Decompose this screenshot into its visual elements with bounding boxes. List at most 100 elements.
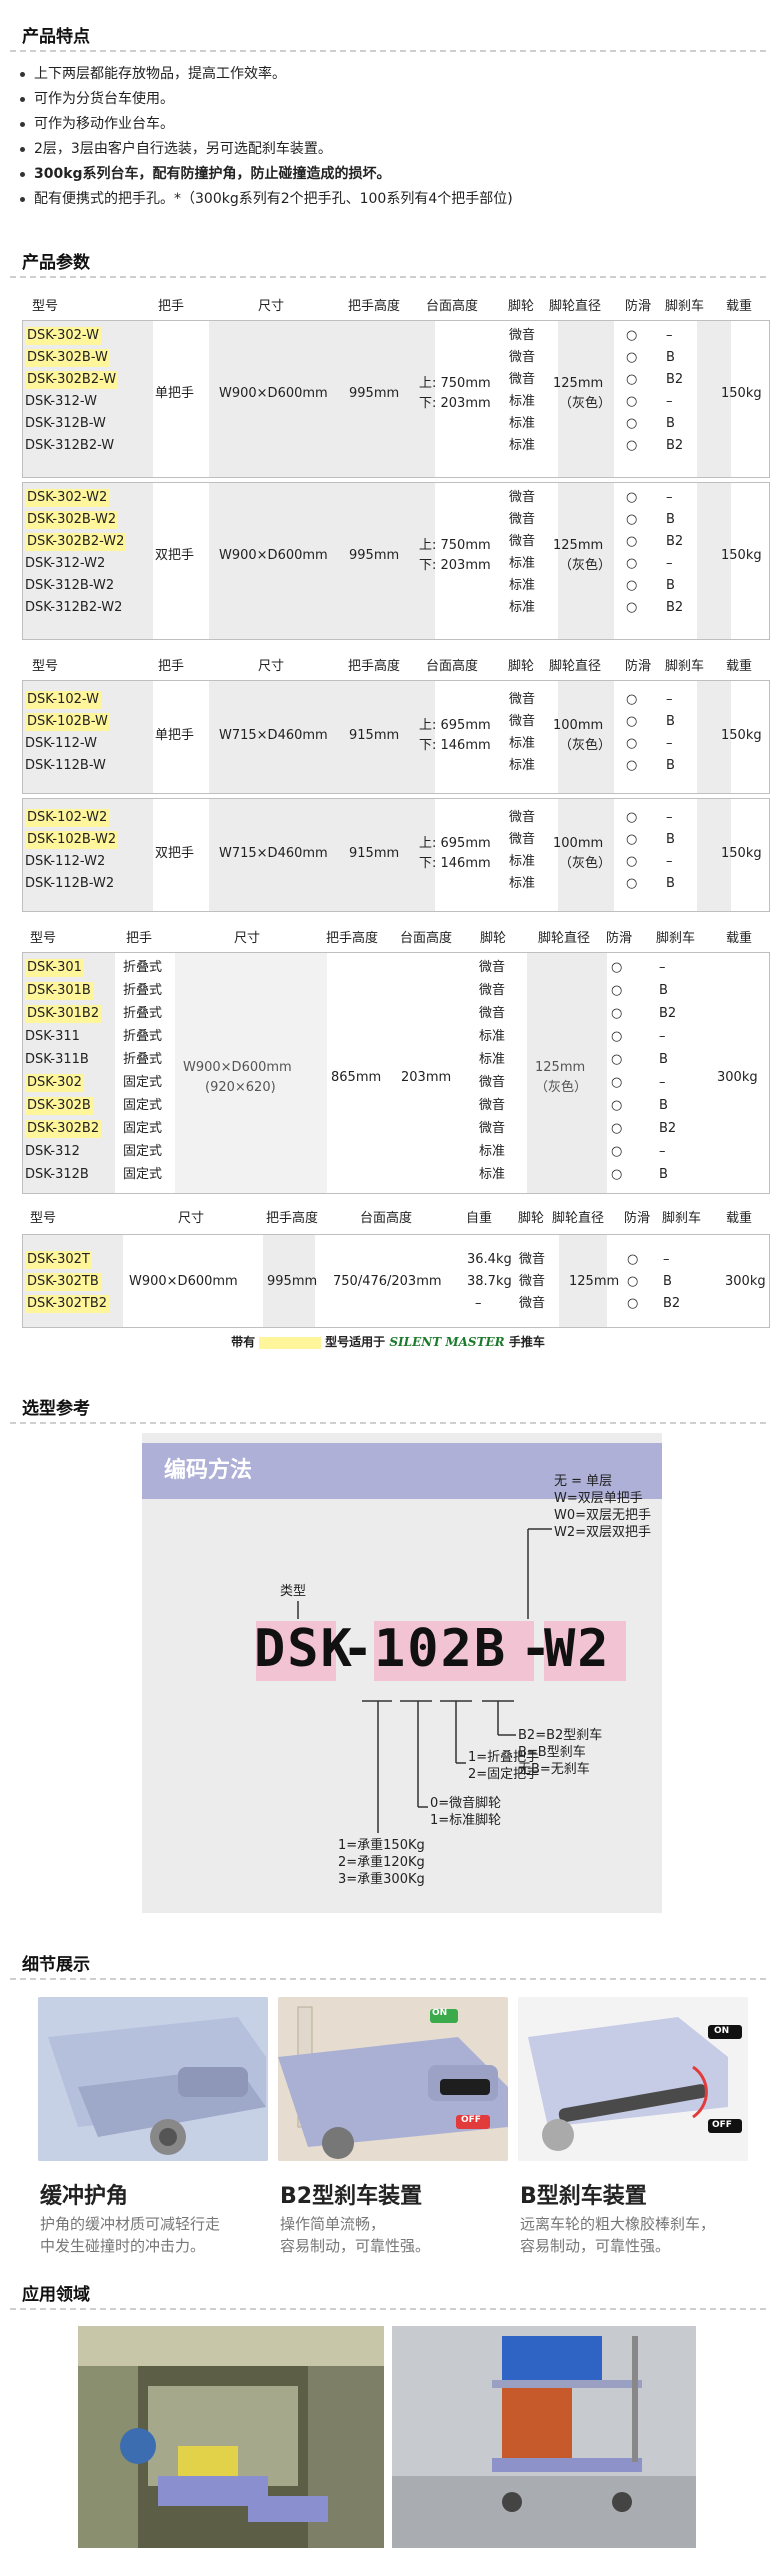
brand-logo: SILENT MASTER (389, 1335, 505, 1349)
caster-type: 标准 (509, 736, 536, 751)
on-label: ON (432, 2008, 448, 2018)
anti-slip: ○ (626, 600, 638, 615)
brake-type: B2 (666, 600, 684, 615)
applications-title: 应用领域 (22, 2285, 90, 2305)
header-load: 载重 (726, 931, 753, 946)
detail-title-3: B型刹车装置 (520, 2184, 647, 2209)
deck-upper: 上: 750mm (419, 376, 491, 391)
divider (10, 1422, 766, 1424)
brake-type: B2 (666, 372, 684, 387)
brake-type: – (659, 1029, 666, 1044)
params-title: 产品参数 (22, 253, 90, 273)
model-number: DSK-112-W2 (25, 854, 106, 869)
table-header: 型号 把手 尺寸 把手高度 台面高度 脚轮 脚轮直径 防滑 脚刹车 载重 (22, 652, 762, 674)
on-label: ON (714, 2026, 730, 2036)
caster-diameter: 125mm (535, 1060, 586, 1075)
header-handle: 把手 (158, 299, 185, 314)
header-deck-height: 台面高度 (360, 1211, 413, 1226)
anti-slip: ○ (626, 372, 638, 387)
model-number: DSK-302B (25, 1097, 93, 1115)
type-label: 类型 (280, 1584, 307, 1599)
handle-type: 折叠式 (123, 983, 163, 998)
detail-desc-2: 操作简单流畅， 容易制动，可靠性强。 (280, 2215, 431, 2255)
header-deck-height: 台面高度 (400, 931, 453, 946)
option-w-2: W0=双层无把手 (554, 1508, 652, 1523)
model-number: DSK-112-W (25, 736, 97, 751)
brake-type: B (666, 876, 675, 891)
handle-type: 固定式 (123, 1121, 163, 1136)
header-size: 尺寸 (258, 659, 285, 674)
application-photo-warehouse (78, 2326, 384, 2548)
feature-item: 可作为移动作业台车。 (18, 112, 513, 137)
caster-type: 标准 (509, 556, 536, 571)
brake-type: – (666, 736, 673, 751)
option-c-1: 1=标准脚轮 (430, 1813, 502, 1828)
model-number: DSK-302B-W2 (25, 511, 119, 529)
header-handle-height: 把手高度 (266, 1211, 319, 1226)
caster-type: 微音 (519, 1296, 546, 1311)
header-load: 载重 (726, 299, 753, 314)
feature-item: 可作为分货台车使用。 (18, 87, 513, 112)
caster-type: 微音 (509, 832, 536, 847)
caster-color: （灰色） (535, 1080, 588, 1095)
handle-type: 单把手 (155, 386, 195, 401)
brake-type: B2 (663, 1296, 681, 1311)
caster-type: 微音 (509, 490, 536, 505)
deck-upper: 上: 695mm (419, 836, 491, 851)
handle-height: 995mm (349, 548, 400, 563)
model-number: DSK-102B-W2 (25, 831, 119, 849)
header-brake: 脚刹车 (656, 931, 696, 946)
anti-slip: ○ (611, 1006, 623, 1021)
brake-type: – (666, 692, 673, 707)
header-model: 型号 (30, 1211, 57, 1226)
brake-type: B (666, 416, 675, 431)
header-brake: 脚刹车 (662, 1211, 702, 1226)
anti-slip: ○ (611, 1121, 623, 1136)
size: W900×D600mm (219, 548, 328, 563)
handle-height: 995mm (267, 1274, 318, 1289)
deck-height: 203mm (401, 1070, 452, 1085)
load: 300kg (725, 1274, 766, 1289)
caster-type: 标准 (509, 416, 536, 431)
caster-type: 微音 (519, 1252, 546, 1267)
caster-type: 标准 (509, 600, 536, 615)
brake-type: B (666, 578, 675, 593)
header-load: 载重 (726, 1211, 753, 1226)
header-brake: 脚刹车 (665, 299, 705, 314)
deck-lower: 下: 203mm (419, 558, 491, 573)
handle-type: 固定式 (123, 1075, 163, 1090)
deck-upper: 上: 750mm (419, 538, 491, 553)
anti-slip: ○ (611, 1029, 623, 1044)
model-number: DSK-302B2 (25, 1120, 102, 1138)
header-deck-height: 台面高度 (426, 299, 479, 314)
anti-slip: ○ (626, 416, 638, 431)
caster-type: 标准 (479, 1144, 506, 1159)
brake-type: B (659, 983, 668, 998)
caster-type: 微音 (509, 714, 536, 729)
details-title: 细节展示 (22, 1955, 90, 1975)
model-number: DSK-311B (25, 1052, 89, 1067)
anti-slip: ○ (627, 1252, 639, 1267)
detail-title-2: B2型刹车装置 (280, 2184, 423, 2209)
caster-type: 微音 (479, 1121, 506, 1136)
option-l-1: 2=承重120Kg (338, 1855, 425, 1870)
brake-type: B (666, 512, 675, 527)
anti-slip: ○ (626, 854, 638, 869)
features-title: 产品特点 (22, 27, 90, 47)
brake-type: B2 (666, 438, 684, 453)
caster-type: 微音 (509, 692, 536, 707)
deck-height: 750/476/203mm (333, 1274, 442, 1289)
brake-type: – (666, 854, 673, 869)
handle-height: 995mm (349, 386, 400, 401)
header-size: 尺寸 (258, 299, 285, 314)
spec-table-4: DSK-102-W2 微音 ○ – DSK-102B-W2 微音 ○ B DSK-112-W2 标… (22, 798, 770, 912)
anti-slip: ○ (626, 556, 638, 571)
detail-image-b-brake: ON OFF (518, 1997, 748, 2161)
brake-type: – (663, 1252, 670, 1267)
deck-height-third: – (475, 1296, 482, 1311)
divider (10, 2308, 766, 2310)
size: W900×D600mm (183, 1060, 292, 1075)
feature-list: 上下两层都能存放物品，提高工作效率。 可作为分货台车使用。 可作为移动作业台车。… (18, 62, 513, 212)
brake-type: – (659, 1075, 666, 1090)
header-handle: 把手 (126, 931, 153, 946)
